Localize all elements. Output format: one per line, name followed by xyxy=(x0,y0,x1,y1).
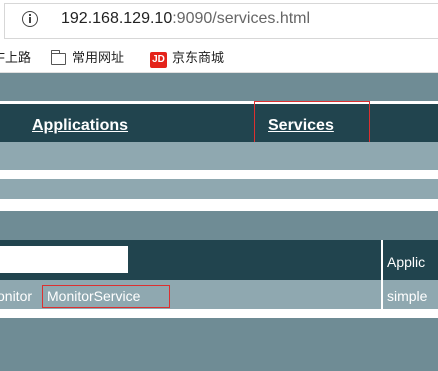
bottom-band xyxy=(0,318,438,371)
bookmark-item-common-sites[interactable]: 常用网址 xyxy=(72,50,124,66)
top-band xyxy=(0,73,438,101)
url-path: :9090/services.html xyxy=(172,10,311,27)
filter-input[interactable] xyxy=(0,246,128,273)
info-icon[interactable] xyxy=(22,11,38,27)
mid-band xyxy=(0,211,438,240)
jd-icon: JD xyxy=(150,52,167,68)
folder-icon xyxy=(50,50,66,65)
nav-link-applications[interactable]: Applications xyxy=(32,117,128,135)
divider xyxy=(0,170,438,179)
row-cell-application-partial: onitor xyxy=(0,288,33,304)
divider xyxy=(0,309,438,318)
table-header-application: Applic xyxy=(387,254,426,270)
row-cell-app-name-partial: simple xyxy=(387,288,428,304)
light-band xyxy=(0,179,438,199)
url-host: 192.168.129.10 xyxy=(61,10,173,27)
bookmark-item-jd[interactable]: 京东商城 xyxy=(172,50,224,66)
column-divider xyxy=(381,240,383,309)
row-cell-service[interactable]: MonitorService xyxy=(47,288,140,304)
url-text[interactable]: 192.168.129.10:9090/services.html xyxy=(61,10,310,28)
nav-link-services[interactable]: Services xyxy=(268,117,334,135)
divider xyxy=(0,199,438,211)
sub-band xyxy=(0,142,438,170)
bookmark-item-partial[interactable]: F上路 xyxy=(0,50,31,66)
address-bar: 192.168.129.10:9090/services.html xyxy=(0,0,438,44)
